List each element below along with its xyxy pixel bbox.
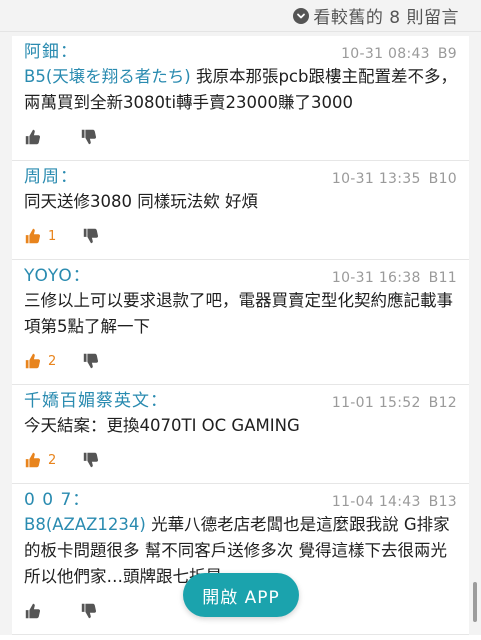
comment-floor: B9 (437, 46, 457, 62)
dislike-button[interactable] (82, 352, 100, 370)
comment-item: 千嬌百媚蔡英文： 11-01 15:52 B12 今天結案：更換4070TI OC… (12, 385, 469, 484)
comment-time: 10-31 13:35 (331, 171, 421, 187)
thumbs-up-icon (25, 452, 41, 468)
comment-author[interactable]: 0 0 7： (24, 485, 90, 510)
show-older-comments-label: 看較舊的 8 則留言 (313, 8, 459, 28)
comment-author[interactable]: 千嬌百媚蔡英文： (24, 386, 168, 411)
thumbs-up-icon (25, 603, 41, 619)
dislike-button[interactable] (80, 602, 98, 620)
comment-meta: 11-04 14:43 B13 (332, 484, 457, 510)
comment-time: 10-31 16:38 (331, 270, 421, 286)
thumbs-down-icon (81, 129, 97, 145)
like-button[interactable]: 2 (24, 451, 56, 469)
like-count: 2 (48, 452, 57, 468)
comment-floor: B13 (428, 494, 457, 510)
thumbs-down-icon (84, 353, 99, 369)
comment-list: 阿鈿： 10-31 08:43 B9 B5(天壌を翔る者たち) 我原本那張pcb跟… (0, 32, 481, 635)
thumbs-down-icon (84, 452, 99, 468)
comment-floor: B11 (428, 270, 457, 286)
page: 看較舊的 8 則留言 阿鈿： 10-31 08:43 B9 B5(天壌を翔る者たち… (0, 0, 481, 640)
comment-time: 11-01 15:52 (331, 395, 421, 411)
dislike-button[interactable] (82, 451, 100, 469)
thumbs-up-icon (25, 353, 41, 369)
comment-body: 今天結案：更換4070TI OC GAMING (24, 413, 457, 439)
comment-author[interactable]: 周周： (24, 162, 78, 187)
comment-author[interactable]: YOYO： (24, 261, 91, 286)
like-count: 1 (48, 228, 57, 244)
like-count: 2 (48, 353, 57, 369)
like-button[interactable]: 2 (24, 352, 56, 370)
comment-meta: 11-01 15:52 B12 (332, 385, 457, 411)
comment-meta: 10-31 13:35 B10 (332, 161, 457, 187)
comment-text: 三修以上可以要求退款了吧，電器買賣定型化契約應記載事項第5點了解一下 (24, 291, 453, 336)
comment-body: B5(天壌を翔る者たち) 我原本那張pcb跟樓主配置差不多，兩萬買到全新3080… (24, 64, 457, 116)
thumbs-down-icon (84, 228, 99, 244)
open-app-button[interactable]: 開啟 APP (183, 573, 299, 617)
comment-meta: 10-31 08:43 B9 (341, 36, 457, 62)
like-button[interactable]: 1 (24, 227, 56, 245)
scrollbar[interactable] (473, 582, 477, 622)
comment-item: 周周： 10-31 13:35 B10 同天送修3080 同樣玩法欸 好煩 1 (12, 161, 469, 260)
like-button[interactable] (24, 128, 54, 146)
thumbs-up-icon (25, 228, 41, 244)
like-button[interactable] (24, 602, 54, 620)
comment-mention[interactable]: B5(天壌を翔る者たち) (24, 67, 191, 86)
comment-text: 同天送修3080 同樣玩法欸 好煩 (24, 192, 258, 211)
comment-text: 今天結案：更換4070TI OC GAMING (24, 416, 300, 435)
comment-floor: B12 (428, 395, 457, 411)
dislike-button[interactable] (80, 128, 98, 146)
comment-item: YOYO： 10-31 16:38 B11 三修以上可以要求退款了吧，電器買賣定型… (12, 260, 469, 385)
comment-time: 10-31 08:43 (341, 46, 430, 62)
thumbs-up-icon (25, 129, 41, 145)
comment-floor: B10 (428, 171, 457, 187)
show-older-comments-toggle[interactable]: 看較舊的 8 則留言 (0, 0, 481, 32)
comment-body: 同天送修3080 同樣玩法欸 好煩 (24, 189, 457, 215)
chevron-down-icon (293, 7, 310, 24)
comment-mention[interactable]: B8(AZAZ1234) (24, 515, 146, 534)
comment-body: 三修以上可以要求退款了吧，電器買賣定型化契約應記載事項第5點了解一下 (24, 288, 457, 340)
comment-author[interactable]: 阿鈿： (24, 37, 78, 62)
comment-item: 阿鈿： 10-31 08:43 B9 B5(天壌を翔る者たち) 我原本那張pcb跟… (12, 36, 469, 161)
dislike-button[interactable] (82, 227, 100, 245)
comment-meta: 10-31 16:38 B11 (332, 260, 457, 286)
thumbs-down-icon (81, 603, 97, 619)
comment-time: 11-04 14:43 (331, 494, 421, 510)
